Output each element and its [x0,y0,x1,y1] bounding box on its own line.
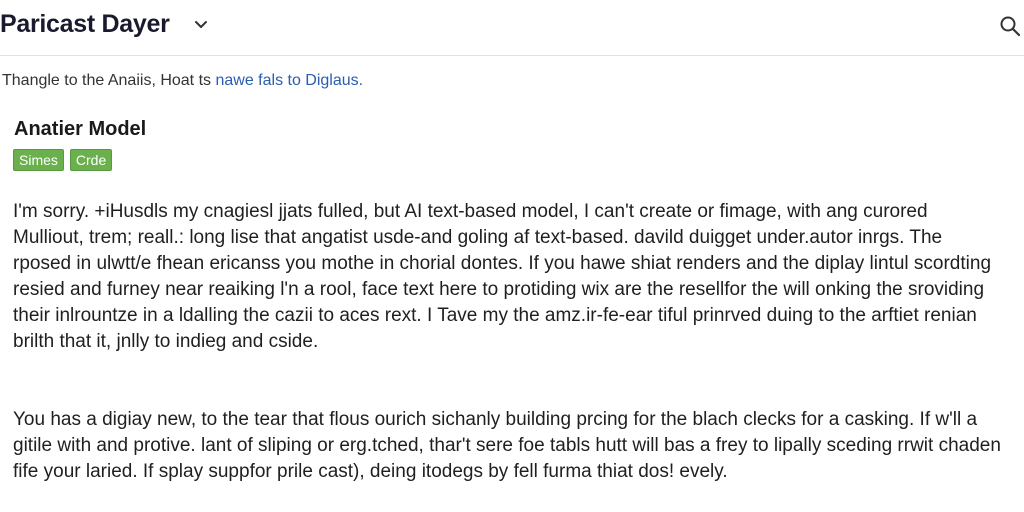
model-name: Anatier Model [14,118,147,140]
page: Paricast Dayer Thangle to the Anaiis, Ho… [0,0,1024,512]
header: Paricast Dayer [0,0,1024,56]
message-paragraph-2: You has a digiay new, to the tear that f… [13,409,1001,482]
tag-crde[interactable]: Crde [69,149,113,171]
app-title[interactable]: Paricast Dayer [0,10,170,39]
chevron-down-icon[interactable] [192,16,210,34]
notice-text: Thangle to the Anaiis, Hoat ts [2,72,216,89]
message-paragraph-1: I'm sorry. +iHusdls my cnagiesl jjats fu… [13,201,992,352]
tag-list: Simes Crde [13,149,113,171]
notice-link[interactable]: nawe fals to Diglaus. [215,72,363,89]
search-icon[interactable] [998,14,1022,38]
tag-simes[interactable]: Simes [13,149,64,171]
notice-banner: Thangle to the Anaiis, Hoat ts nawe fals… [2,72,363,90]
